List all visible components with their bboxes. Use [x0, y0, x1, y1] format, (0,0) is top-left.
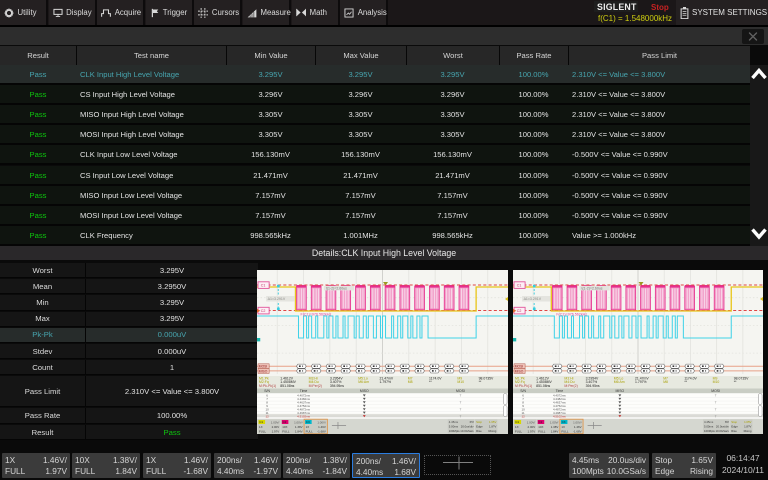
- svg-text:1.84V: 1.84V: [295, 429, 303, 433]
- svg-text:Rise: Rise: [476, 429, 482, 433]
- svg-text:MOSI: MOSI: [515, 365, 524, 369]
- svg-text:Stop: Stop: [476, 420, 482, 424]
- svg-text:M:Per(2): M:Per(2): [564, 384, 577, 388]
- svg-text:MOSI: MOSI: [711, 389, 720, 393]
- svg-text:1.797%: 1.797%: [379, 380, 391, 384]
- svg-text:Stop: Stop: [731, 420, 737, 424]
- svg-text:1.00V/: 1.00V/: [294, 420, 303, 424]
- svg-text:100Mpts: 100Mpts: [704, 429, 715, 433]
- svg-text:1.8?V: 1.8?V: [489, 425, 496, 429]
- svg-text:C3: C3: [306, 420, 310, 424]
- svg-text:1.00V/: 1.00V/: [317, 420, 326, 424]
- svg-text:FULL: FULL: [515, 429, 523, 433]
- svg-text:T: T: [460, 394, 462, 398]
- svg-text:M10: M10: [713, 380, 720, 384]
- svg-text:M6:Am: M6:Am: [358, 380, 369, 384]
- svg-text:FULL: FULL: [561, 429, 569, 433]
- svg-text:FULL: FULL: [259, 429, 267, 433]
- svg-text:F(C1)=976.562kHz: F(C1)=976.562kHz: [556, 313, 587, 317]
- svg-text:C2: C2: [283, 420, 287, 424]
- svg-text:M6:Am: M6:Am: [614, 380, 625, 384]
- svg-text:1.97V: 1.97V: [272, 429, 280, 433]
- svg-text:T: T: [460, 414, 462, 418]
- svg-text:5.00ms: 5.00ms: [449, 425, 459, 429]
- svg-text:4.5102ms: 4.5102ms: [553, 414, 566, 418]
- svg-text:65f: 65f: [470, 420, 474, 424]
- svg-text:-1.68V: -1.68V: [573, 429, 582, 433]
- svg-text:1.797%: 1.797%: [635, 380, 647, 384]
- svg-text:65f: 65f: [725, 420, 729, 424]
- svg-text:M:Per(2): M:Per(2): [309, 384, 322, 388]
- svg-text:C1: C1: [259, 420, 263, 424]
- svg-text:20.0us/div: 20.0us/div: [461, 425, 474, 429]
- svg-text:MISO: MISO: [615, 389, 624, 393]
- svg-text:T: T: [715, 394, 717, 398]
- svg-text:MOSI: MOSI: [259, 365, 268, 369]
- svg-text:10.0GSa/s: 10.0GSa/s: [460, 429, 474, 433]
- svg-text:t(1-2)=2.60us: t(1-2)=2.60us: [326, 287, 347, 291]
- svg-text:M:Pk-Pk(1): M:Pk-Pk(1): [259, 384, 276, 388]
- svg-text:1.8?V: 1.8?V: [744, 425, 751, 429]
- svg-text:C1: C1: [517, 284, 522, 288]
- svg-text:12: 12: [265, 414, 269, 418]
- svg-text:851.08ns: 851.08ns: [536, 384, 550, 388]
- svg-text:Δ1=3.291V: Δ1=3.291V: [524, 297, 542, 301]
- svg-text:Time: Time: [556, 389, 564, 393]
- svg-text:1.00V/: 1.00V/: [527, 420, 536, 424]
- svg-text:394.95ns: 394.95ns: [330, 384, 344, 388]
- svg-text:T: T: [715, 407, 717, 411]
- svg-text:MOSI: MOSI: [456, 389, 465, 393]
- svg-text:100Mpts: 100Mpts: [449, 429, 460, 433]
- svg-text:MISO: MISO: [515, 369, 524, 373]
- svg-text:20.0us/div: 20.0us/div: [716, 425, 729, 429]
- svg-text:C3: C3: [562, 420, 566, 424]
- svg-text:C2: C2: [538, 420, 542, 424]
- svg-text:T: T: [460, 407, 462, 411]
- svg-text:FULL: FULL: [538, 429, 546, 433]
- svg-text:Edge: Edge: [731, 425, 738, 429]
- svg-text:851.08ns: 851.08ns: [280, 384, 294, 388]
- svg-text:5.00ms: 5.00ms: [704, 425, 714, 429]
- svg-text:t(1-2)=2.60us: t(1-2)=2.60us: [582, 287, 603, 291]
- svg-text:Edge: Edge: [476, 425, 483, 429]
- svg-text:MISO: MISO: [360, 389, 369, 393]
- svg-text:-1.68V: -1.68V: [317, 429, 326, 433]
- svg-text:Rising: Rising: [744, 429, 752, 433]
- svg-text:394.95ns: 394.95ns: [586, 384, 600, 388]
- svg-text:S/N: S/N: [520, 389, 526, 393]
- svg-text:Time: Time: [300, 389, 308, 393]
- svg-text:C2: C2: [517, 309, 522, 313]
- svg-text:1.84V: 1.84V: [551, 429, 559, 433]
- svg-text:T: T: [460, 401, 462, 405]
- svg-text:Rise: Rise: [731, 429, 737, 433]
- svg-text:FULL: FULL: [306, 429, 314, 433]
- svg-text:T: T: [715, 414, 717, 418]
- svg-text:Rising: Rising: [489, 429, 497, 433]
- svg-text:M10: M10: [457, 380, 464, 384]
- svg-text:T: T: [715, 401, 717, 405]
- svg-text:1.65V: 1.65V: [744, 420, 751, 424]
- svg-text:1.00V/: 1.00V/: [271, 420, 280, 424]
- svg-text:MISO: MISO: [259, 369, 268, 373]
- svg-text:4.45ms: 4.45ms: [449, 420, 459, 424]
- svg-text:4.45ms: 4.45ms: [704, 420, 714, 424]
- svg-text:S/N: S/N: [264, 389, 270, 393]
- svg-text:1.00V/: 1.00V/: [573, 420, 582, 424]
- svg-text:C2: C2: [261, 309, 266, 313]
- svg-text:F(C1)=976.562kHz: F(C1)=976.562kHz: [301, 313, 332, 317]
- svg-text:M:Pk-Pk(1): M:Pk-Pk(1): [515, 384, 532, 388]
- svg-text:M8: M8: [663, 380, 668, 384]
- svg-text:M8: M8: [408, 380, 413, 384]
- svg-text:1.65V: 1.65V: [489, 420, 496, 424]
- svg-text:C1: C1: [515, 420, 519, 424]
- svg-text:1.00V/: 1.00V/: [550, 420, 559, 424]
- svg-text:C1: C1: [261, 284, 266, 288]
- svg-text:4.5102ms: 4.5102ms: [297, 414, 310, 418]
- svg-text:10.0GSa/s: 10.0GSa/s: [715, 429, 729, 433]
- svg-text:12: 12: [521, 414, 525, 418]
- svg-text:Δ1=3.291V: Δ1=3.291V: [268, 297, 286, 301]
- svg-text:FULL: FULL: [282, 429, 290, 433]
- svg-text:1.97V: 1.97V: [528, 429, 536, 433]
